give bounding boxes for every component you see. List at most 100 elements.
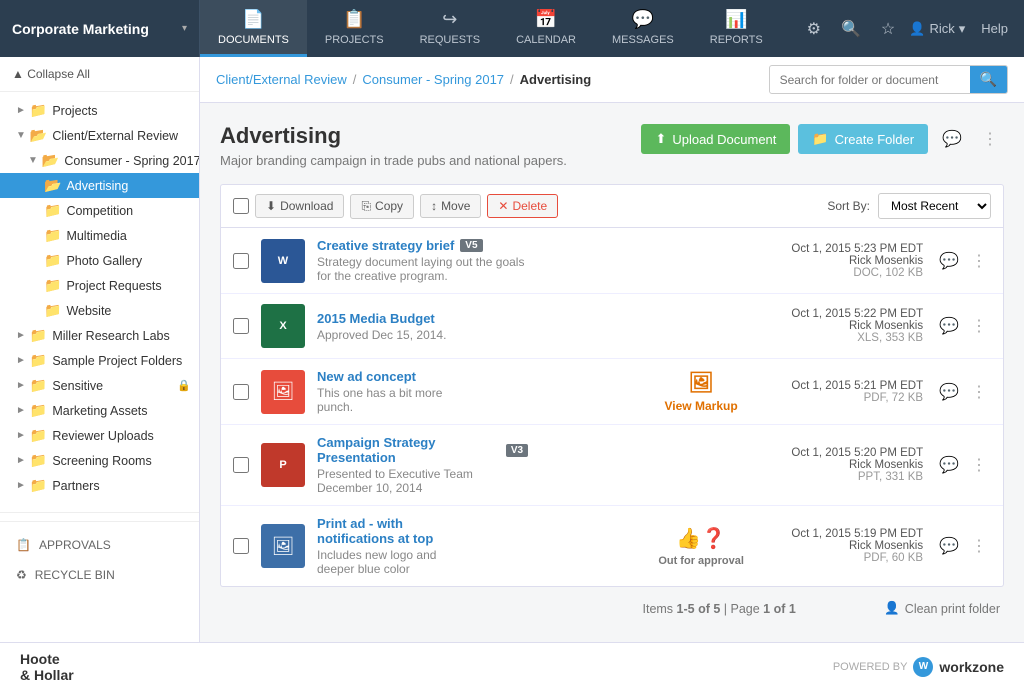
sidebar-tree: ► 📁 Projects ▼ 📂 Client/External Review … (0, 92, 199, 504)
calendar-icon: 📅 (535, 9, 557, 30)
doc-checkbox-2[interactable] (233, 318, 249, 334)
client-external-folder-icon: 📂 (30, 127, 47, 144)
doc-actions-4: 💬 ⋮ (935, 453, 991, 477)
folder-content: Advertising Major branding campaign in t… (200, 103, 1024, 642)
sidebar-item-screening-rooms[interactable]: ► 📁 Screening Rooms (0, 448, 199, 473)
star-button[interactable]: ☆ (875, 15, 901, 43)
nav-item-documents[interactable]: 📄 DOCUMENTS (200, 0, 307, 57)
doc-comment-2[interactable]: 💬 (935, 314, 963, 338)
sidebar-item-partners[interactable]: ► 📁 Partners (0, 473, 199, 498)
collapse-all-button[interactable]: ▲ Collapse All (0, 57, 199, 92)
doc-actions-3: 💬 ⋮ (935, 380, 991, 404)
copy-button[interactable]: ⎘ Copy (350, 194, 414, 219)
folder-header: Advertising Major branding campaign in t… (220, 123, 1004, 168)
doc-checkbox-5[interactable] (233, 538, 249, 554)
nav-item-projects[interactable]: 📋 PROJECTS (307, 0, 402, 57)
doc-meta-1: Oct 1, 2015 5:23 PM EDT Rick Mosenkis DO… (763, 243, 923, 279)
doc-info-3: New ad concept This one has a bit more p… (317, 369, 472, 414)
sidebar-item-project-requests[interactable]: 📁 Project Requests (0, 273, 199, 298)
doc-checkbox-3[interactable] (233, 384, 249, 400)
sidebar-approvals[interactable]: 📋 APPROVALS (0, 530, 199, 560)
breadcrumb-client-external[interactable]: Client/External Review (216, 72, 347, 87)
doc-more-3[interactable]: ⋮ (967, 380, 991, 404)
upload-document-button[interactable]: ⬆ Upload Document (641, 124, 790, 154)
sidebar-item-sensitive[interactable]: ► 📁 Sensitive 🔒 (0, 373, 199, 398)
sidebar-item-miller-research[interactable]: ► 📁 Miller Research Labs (0, 323, 199, 348)
delete-button[interactable]: ✕ Delete (487, 194, 558, 218)
doc-status-3[interactable]: 🖼 View Markup (651, 370, 751, 413)
clean-print-button[interactable]: 👤 Clean print folder (884, 601, 1000, 616)
doc-name-3[interactable]: New ad concept (317, 369, 472, 384)
doc-comment-5[interactable]: 💬 (935, 534, 963, 558)
doc-thumb-img: 🖼 (261, 370, 305, 414)
doc-status-5[interactable]: 👍❓ Out for approval (651, 526, 751, 567)
sidebar-item-marketing-assets[interactable]: ► 📁 Marketing Assets (0, 398, 199, 423)
nav-item-calendar[interactable]: 📅 CALENDAR (498, 0, 594, 57)
doc-author-5: Rick Mosenkis (763, 540, 923, 552)
doc-more-5[interactable]: ⋮ (967, 534, 991, 558)
doc-checkbox-4[interactable] (233, 457, 249, 473)
breadcrumb-bar: Client/External Review / Consumer - Spri… (200, 57, 1024, 103)
sidebar-item-advertising[interactable]: 📂 Advertising (0, 173, 199, 198)
breadcrumb-consumer-spring[interactable]: Consumer - Spring 2017 (362, 72, 504, 87)
select-all-checkbox[interactable] (233, 198, 249, 214)
clean-print-icon: 👤 (884, 601, 900, 616)
doc-comment-3[interactable]: 💬 (935, 380, 963, 404)
sidebar-item-consumer-spring[interactable]: ▼ 📂 Consumer - Spring 2017 (0, 148, 199, 173)
doc-more-2[interactable]: ⋮ (967, 314, 991, 338)
doc-comment-1[interactable]: 💬 (935, 249, 963, 273)
sort-select[interactable]: Most RecentNameDate ModifiedFile Size (878, 193, 991, 219)
sidebar-item-photo-gallery[interactable]: 📁 Photo Gallery (0, 248, 199, 273)
sidebar-item-reviewer-uploads[interactable]: ► 📁 Reviewer Uploads (0, 423, 199, 448)
sidebar-recycle-bin[interactable]: ♻ RECYCLE BIN (0, 560, 199, 590)
doc-thumb-excel: X (261, 304, 305, 348)
folder-title-area: Advertising Major branding campaign in t… (220, 123, 567, 168)
help-link[interactable]: Help (981, 21, 1008, 36)
brand-area[interactable]: Corporate Marketing ▾ (0, 0, 200, 57)
reports-icon: 📊 (725, 9, 747, 30)
website-folder-icon: 📁 (44, 302, 61, 319)
sidebar-item-multimedia[interactable]: 📁 Multimedia (0, 223, 199, 248)
search-input[interactable] (770, 68, 970, 92)
doc-type-5: PDF, 60 KB (763, 552, 923, 564)
nav-item-messages[interactable]: 💬 MESSAGES (594, 0, 692, 57)
sidebar-item-website[interactable]: 📁 Website (0, 298, 199, 323)
doc-table: W Creative strategy brief V5 Strategy do… (220, 228, 1004, 587)
recycle-bin-icon: ♻ (16, 568, 27, 582)
projects-folder-icon: 📁 (30, 102, 47, 119)
sidebar-item-competition[interactable]: 📁 Competition (0, 198, 199, 223)
search-submit-button[interactable]: 🔍 (970, 66, 1007, 93)
breadcrumb-sep-2: / (510, 72, 514, 87)
more-options-button[interactable]: ⋮ (976, 123, 1004, 155)
doc-author-2: Rick Mosenkis (763, 320, 923, 332)
sidebar-item-projects[interactable]: ► 📁 Projects (0, 98, 199, 123)
doc-date-3: Oct 1, 2015 5:21 PM EDT (763, 380, 923, 392)
nav-item-reports[interactable]: 📊 REPORTS (692, 0, 781, 57)
doc-name-5[interactable]: Print ad - with notifications at top (317, 516, 472, 546)
nav-item-requests[interactable]: ↪ REQUESTS (402, 0, 499, 57)
create-folder-button[interactable]: 📁 Create Folder (798, 124, 928, 154)
items-label: Items 1-5 of 5 | Page 1 of 1 (643, 602, 796, 616)
download-button[interactable]: ⬇ Download (255, 194, 344, 218)
doc-checkbox-1[interactable] (233, 253, 249, 269)
table-row: 🖼 Print ad - with notifications at top I… (221, 506, 1003, 586)
competition-folder-icon: 📁 (44, 202, 61, 219)
upload-icon: ⬆ (655, 131, 666, 147)
settings-button[interactable]: ⚙ (801, 15, 827, 43)
doc-more-4[interactable]: ⋮ (967, 453, 991, 477)
doc-more-1[interactable]: ⋮ (967, 249, 991, 273)
doc-desc-5: Includes new logo and deeper blue color (317, 548, 472, 576)
sample-project-chevron: ► (16, 355, 26, 366)
sidebar-item-sample-project[interactable]: ► 📁 Sample Project Folders (0, 348, 199, 373)
user-menu[interactable]: 👤 Rick ▾ (909, 21, 965, 37)
doc-comment-4[interactable]: 💬 (935, 453, 963, 477)
move-button[interactable]: ↕ Move (420, 194, 481, 218)
copy-icon: ⎘ (361, 199, 371, 214)
sidebar-item-client-external[interactable]: ▼ 📂 Client/External Review (0, 123, 199, 148)
doc-name-4[interactable]: Campaign Strategy Presentation V3 (317, 435, 528, 465)
search-button[interactable]: 🔍 (835, 15, 867, 43)
doc-name-1[interactable]: Creative strategy brief V5 (317, 238, 528, 253)
doc-name-2[interactable]: 2015 Media Budget (317, 311, 528, 326)
comment-button[interactable]: 💬 (936, 123, 968, 155)
sidebar-bottom: 📋 APPROVALS ♻ RECYCLE BIN (0, 521, 199, 598)
